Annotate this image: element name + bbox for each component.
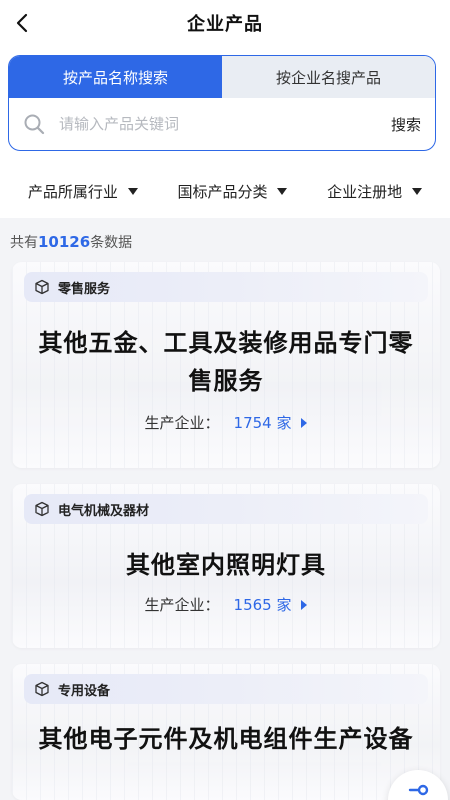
- filter-bar: 产品所属行业 国标产品分类 企业注册地: [0, 164, 450, 218]
- product-card[interactable]: 电气机械及器材 其他室内照明灯具 生产企业： 1565 家: [12, 484, 440, 648]
- page-title: 企业产品: [187, 14, 263, 35]
- filter-label: 企业注册地: [327, 182, 403, 201]
- category-tag-label: 电气机械及器材: [58, 503, 150, 519]
- product-card[interactable]: 零售服务 其他五金、工具及装修用品专门零售服务 生产企业： 1754 家: [12, 262, 440, 468]
- category-tag-label: 专用设备: [58, 683, 111, 699]
- filter-national-category[interactable]: 国标产品分类: [177, 181, 288, 202]
- filter-registration-region[interactable]: 企业注册地: [327, 181, 423, 202]
- search-row: 搜索: [9, 98, 435, 150]
- producer-count-row: 生产企业： 1565 家: [12, 594, 440, 615]
- caret-down-icon: [277, 187, 288, 195]
- tab-search-by-company[interactable]: 按企业名搜产品: [222, 56, 435, 98]
- search-icon: [24, 114, 45, 135]
- back-button[interactable]: [6, 6, 40, 40]
- category-tag: 零售服务: [24, 272, 428, 302]
- cube-icon: [35, 279, 49, 295]
- filter-label: 产品所属行业: [27, 182, 118, 201]
- caret-down-icon: [412, 187, 423, 195]
- search-card: 按产品名称搜索 按企业名搜产品 搜索: [8, 55, 436, 151]
- result-count: 共有10126条数据: [10, 232, 132, 252]
- top-bar: 企业产品: [0, 0, 450, 46]
- category-tag-label: 零售服务: [58, 281, 111, 297]
- tab-search-by-product[interactable]: 按产品名称搜索: [9, 56, 222, 98]
- producer-label: 生产企业：: [144, 596, 220, 614]
- caret-right-icon: [301, 417, 308, 428]
- count-suffix: 条数据: [90, 235, 133, 251]
- producer-count: 1565 家: [233, 596, 292, 614]
- search-button[interactable]: 搜索: [391, 114, 421, 135]
- search-input[interactable]: [59, 115, 383, 133]
- category-tag: 专用设备: [24, 674, 428, 704]
- cube-icon: [35, 681, 49, 697]
- producer-count-link[interactable]: 1754 家: [234, 412, 308, 433]
- count-prefix: 共有: [10, 235, 38, 251]
- grid-icon: [408, 784, 429, 796]
- count-number: 10126: [38, 233, 91, 251]
- producer-count-link[interactable]: 1565 家: [234, 594, 308, 615]
- product-title: 其他室内照明灯具: [126, 551, 326, 579]
- category-tag: 电气机械及器材: [24, 494, 428, 524]
- chevron-left-icon: [16, 13, 28, 33]
- filter-label: 国标产品分类: [177, 182, 268, 201]
- caret-down-icon: [127, 187, 138, 195]
- producer-count: 1754 家: [233, 414, 292, 432]
- product-card[interactable]: 专用设备 其他电子元件及机电组件生产设备: [12, 664, 440, 800]
- product-title: 其他电子元件及机电组件生产设备: [38, 725, 414, 753]
- product-title: 其他五金、工具及装修用品专门零售服务: [38, 329, 414, 395]
- filter-industry[interactable]: 产品所属行业: [28, 181, 138, 202]
- caret-right-icon: [301, 599, 308, 610]
- producer-label: 生产企业：: [144, 414, 220, 432]
- search-section: 按产品名称搜索 按企业名搜产品 搜索: [0, 46, 450, 164]
- producer-count-row: 生产企业： 1754 家: [12, 412, 440, 433]
- search-mode-tabs: 按产品名称搜索 按企业名搜产品: [9, 56, 435, 98]
- cube-icon: [35, 501, 49, 517]
